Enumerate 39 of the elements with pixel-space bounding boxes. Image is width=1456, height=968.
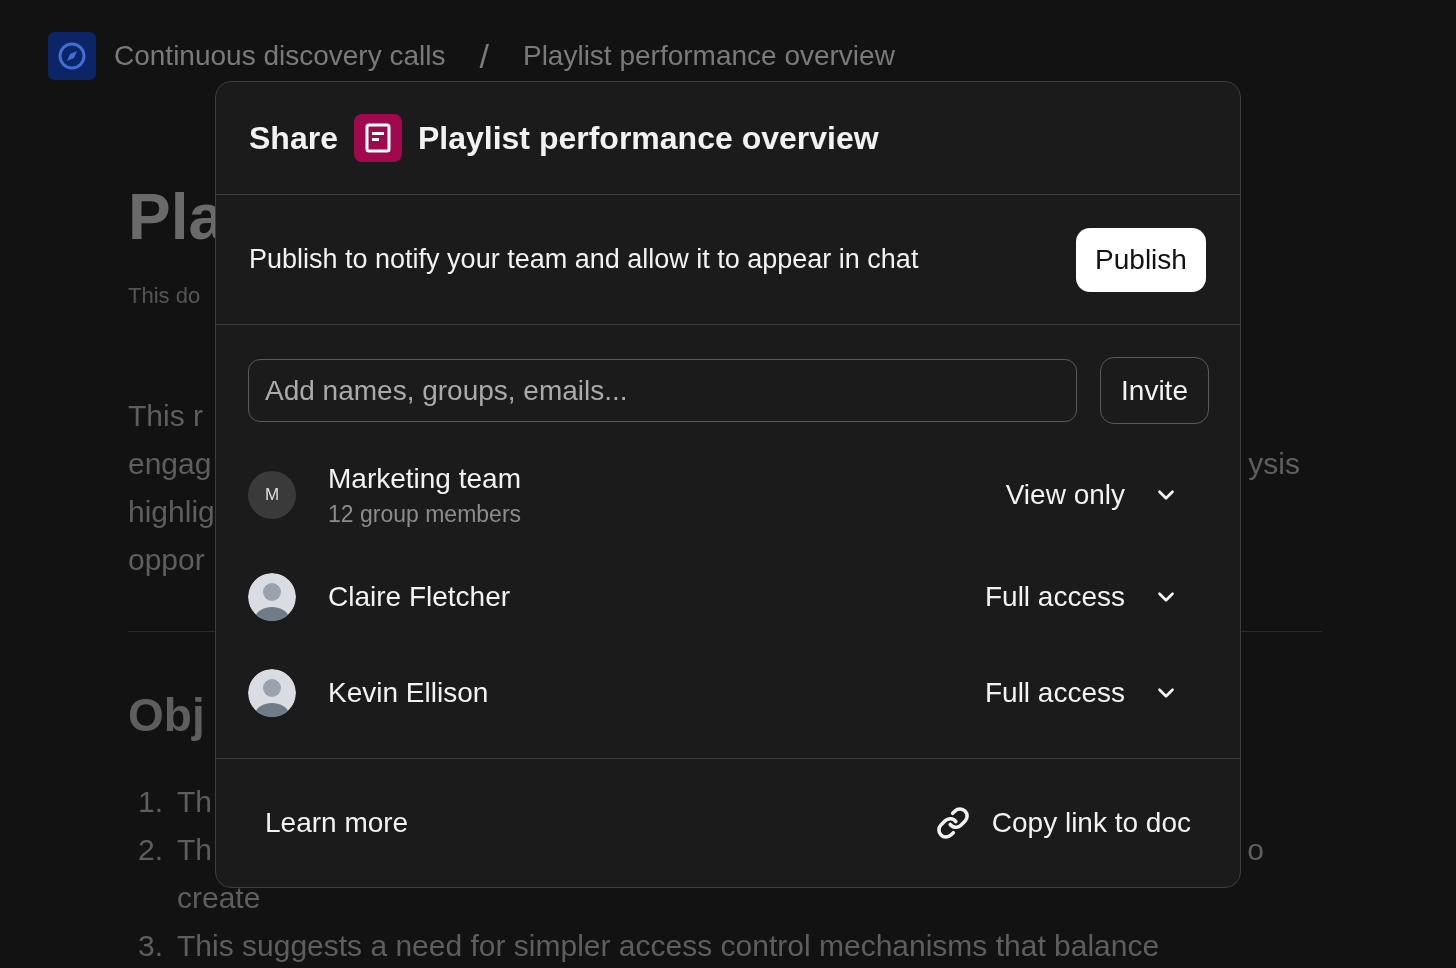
invite-field[interactable]: Add names, groups, emails... — [248, 359, 1077, 422]
person-avatar-icon — [248, 573, 296, 621]
publish-button[interactable]: Publish — [1076, 227, 1206, 292]
dialog-title: Share — [249, 119, 338, 157]
list-item-text: o — [1247, 832, 1264, 868]
member-name: Marketing team — [328, 462, 522, 495]
paragraph-text: engag — [128, 446, 212, 482]
document-icon — [353, 114, 402, 162]
list-item-text: This suggests a need for simpler access control mechanisms that balance — [177, 928, 1160, 964]
paragraph-text: oppor — [128, 542, 205, 578]
list-item-text: create — [177, 880, 261, 916]
member-name: Claire Fletcher — [328, 581, 512, 613]
learn-more-link[interactable]: Learn more — [265, 807, 409, 839]
paragraph-text: This r — [128, 398, 203, 434]
compass-icon[interactable] — [48, 32, 96, 80]
paragraph-text: ysis — [1248, 446, 1300, 482]
access-dropdown[interactable]: View only — [1005, 479, 1179, 511]
document-name: Playlist performance overview — [417, 119, 879, 157]
paragraph-text: highlig — [128, 494, 215, 530]
link-icon — [935, 806, 970, 840]
access-dropdown[interactable]: Full access — [984, 581, 1179, 613]
breadcrumb-link[interactable]: Playlist performance overview — [522, 40, 895, 72]
breadcrumb-link[interactable]: Continuous discovery calls — [114, 40, 446, 72]
list-number: 2. — [137, 832, 165, 868]
section-heading: Obj — [128, 688, 205, 743]
document-subtitle: This do — [128, 282, 201, 310]
list-item-text: Th — [177, 832, 212, 868]
access-dropdown[interactable]: Full access — [984, 677, 1179, 709]
list-number: 3. — [137, 928, 165, 964]
person-avatar-icon — [248, 669, 296, 717]
avatar: M — [248, 471, 296, 519]
publish-description: Publish to notify your team and allow it to appear in chat — [249, 244, 919, 275]
list-number: 1. — [137, 784, 165, 820]
list-item-text: Th — [177, 784, 212, 820]
member-name: Kevin Ellison — [328, 677, 490, 709]
breadcrumb-separator: / — [479, 36, 489, 76]
copy-link-button[interactable]: Copy link to doc — [935, 806, 1191, 840]
invite-button[interactable]: Invite — [1100, 357, 1209, 424]
member-count: 12 group members — [328, 500, 523, 528]
